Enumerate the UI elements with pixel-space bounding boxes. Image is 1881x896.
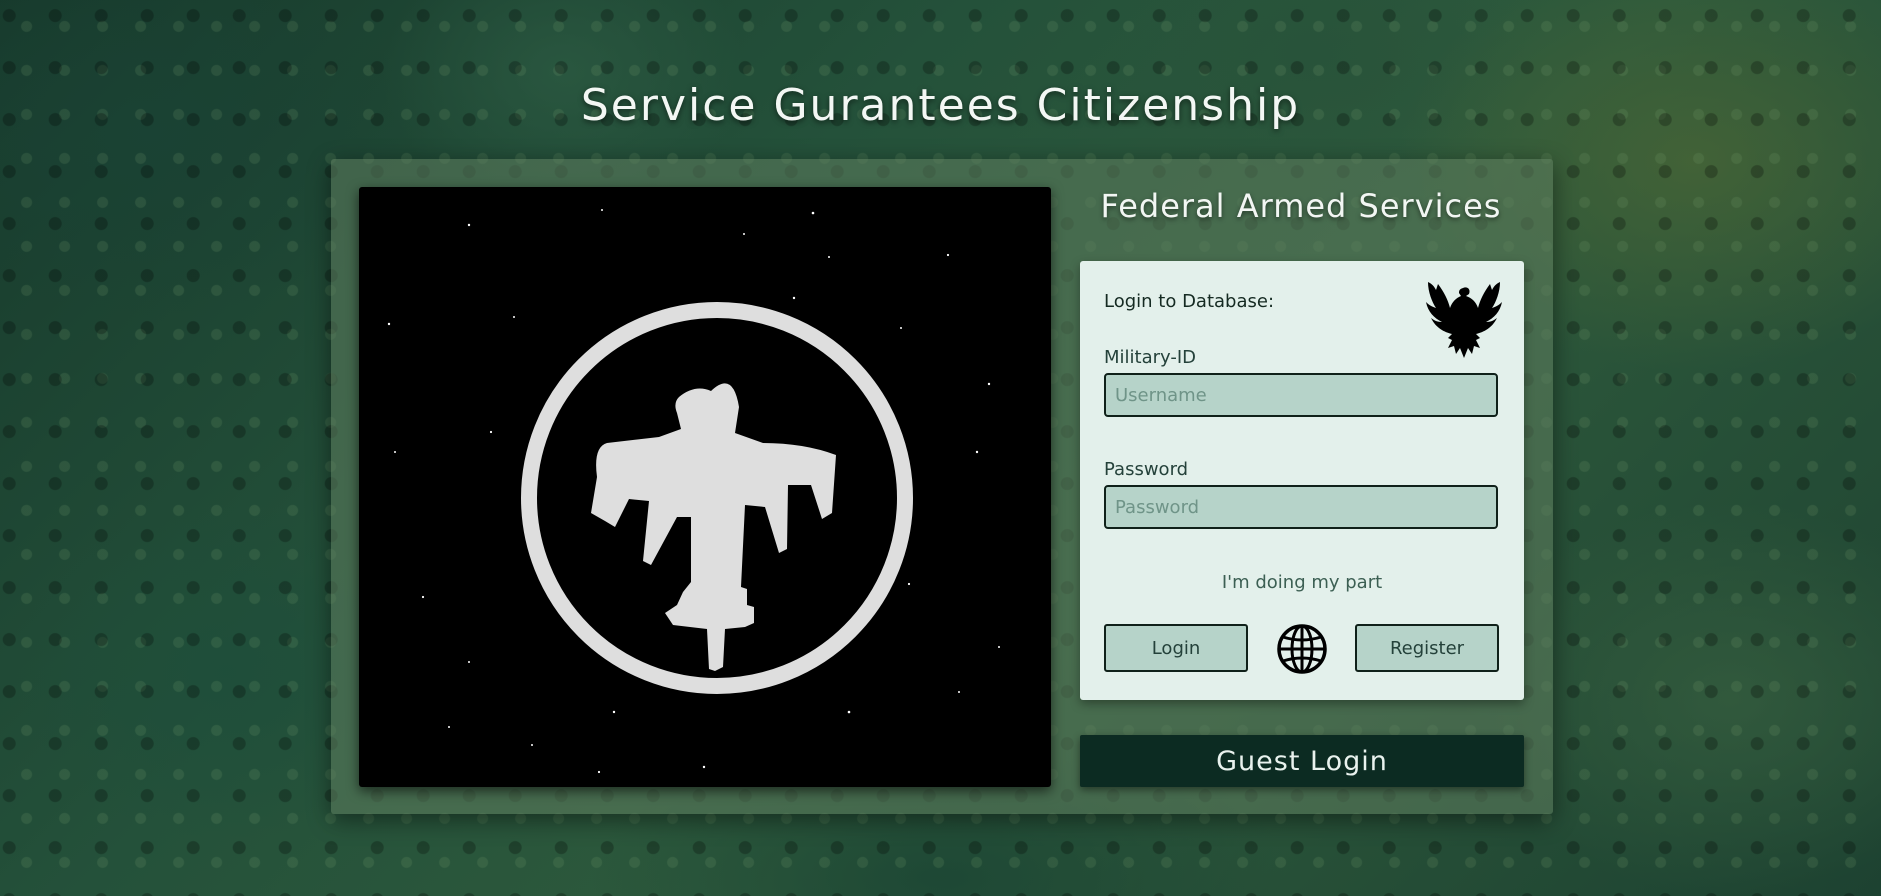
password-input[interactable]	[1104, 485, 1498, 529]
emblem-display	[359, 187, 1051, 787]
side-title: Federal Armed Services	[1100, 187, 1502, 225]
register-button[interactable]: Register	[1355, 624, 1499, 672]
login-heading: Login to Database:	[1104, 291, 1275, 312]
page-title: Service Gurantees Citizenship	[580, 80, 1301, 131]
main-panel: Federal Armed Services Login to Database…	[331, 159, 1553, 814]
federation-eagle-emblem-icon	[387, 209, 1000, 774]
username-input[interactable]	[1104, 373, 1498, 417]
globe-icon[interactable]	[1277, 624, 1327, 678]
eagle-icon	[1422, 278, 1504, 364]
guest-login-button[interactable]: Guest Login	[1080, 735, 1524, 787]
login-button[interactable]: Login	[1104, 624, 1248, 672]
password-label: Password	[1104, 459, 1189, 480]
military-id-label: Military-ID	[1104, 347, 1197, 368]
motto-text: I'm doing my part	[1221, 572, 1383, 593]
login-card: Login to Database: Military-ID Password …	[1080, 261, 1524, 700]
